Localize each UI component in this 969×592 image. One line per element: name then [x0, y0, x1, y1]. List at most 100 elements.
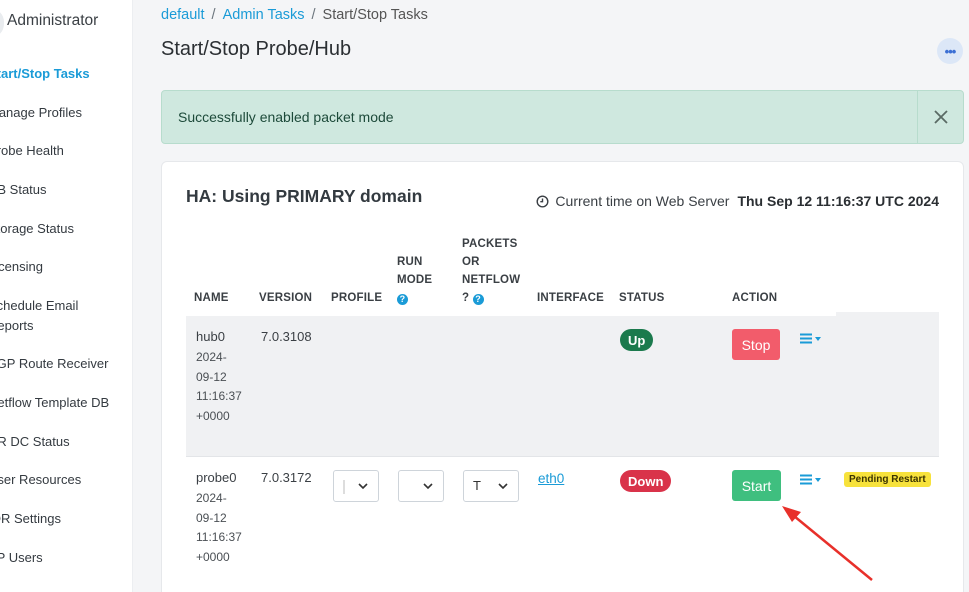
sidebar-item-label: Licensing	[0, 259, 43, 274]
success-alert: Successfully enabled packet mode	[161, 90, 964, 144]
list-menu-icon	[800, 474, 812, 485]
main-content: default / Admin Tasks / Start/Stop Tasks Sta…	[133, 0, 969, 592]
ha-domain-title: HA: Using PRIMARY domain	[186, 186, 423, 206]
stop-button[interactable]: Stop	[732, 329, 780, 360]
breadcrumb-admin-tasks[interactable]: Admin Tasks	[223, 7, 305, 23]
pending-restart-badge: Pending Restart	[844, 472, 931, 487]
sidebar-item-label: Reports	[0, 318, 34, 333]
chevron-down-icon	[423, 483, 433, 490]
sidebar-item-bgp-route-receiver[interactable]: BGP Route Receiver	[0, 354, 108, 374]
row-menu-button[interactable]	[800, 333, 821, 344]
packets-netflow-select[interactable]: T	[463, 470, 519, 502]
col-header-run-mode-line2: MODE	[397, 274, 433, 286]
breadcrumb: default / Admin Tasks / Start/Stop Tasks	[161, 7, 428, 23]
packets-netflow-value: T	[473, 478, 481, 493]
sidebar-item-label: Start/Stop Tasks	[0, 66, 90, 81]
row-timestamp-line: +0000	[196, 549, 230, 564]
row-timestamp-line: 2024-	[196, 491, 227, 505]
row-timestamp-line: 09-12	[196, 369, 227, 384]
sidebar-item-label: DB Status	[0, 182, 47, 197]
breadcrumb-separator: /	[211, 7, 216, 23]
sidebar-item-label: DR DC Status	[0, 434, 70, 449]
row-menu-button[interactable]	[800, 474, 821, 485]
sidebar-title: Administrator	[7, 12, 99, 29]
col-header-packets-line2: OR	[462, 256, 480, 268]
run-mode-select[interactable]	[398, 470, 444, 502]
row-timestamp: 2024- 09-12 11:16:37 +0000	[196, 489, 242, 567]
ellipsis-icon: •••	[944, 43, 957, 59]
sidebar-item-user-resources[interactable]: User Resources	[0, 470, 81, 490]
profile-select[interactable]	[333, 470, 379, 502]
chevron-down-icon	[498, 483, 508, 490]
question-icon[interactable]: ?	[397, 293, 408, 305]
breadcrumb-separator: /	[311, 7, 316, 23]
sidebar-item-storage-status[interactable]: Storage Status	[0, 219, 74, 239]
row-timestamp-line: 11:16:37	[196, 389, 242, 403]
tasks-card: HA: Using PRIMARY domain Current time on…	[161, 161, 964, 592]
sidebar-item-netflow-template-db[interactable]: Netflow Template DB	[0, 393, 109, 413]
profile-select-value	[343, 480, 345, 494]
row-name: probe0	[196, 470, 237, 485]
sidebar-item-manage-profiles[interactable]: Manage Profiles	[0, 103, 82, 123]
sidebar-item-label: Probe Health	[0, 143, 64, 158]
alert-close-button[interactable]	[917, 91, 963, 143]
server-time-label: Current time on Web Server	[555, 193, 730, 209]
sidebar-item-probe-health[interactable]: Probe Health	[0, 141, 64, 161]
breadcrumb-default[interactable]: default	[161, 7, 205, 23]
caret-down-icon	[815, 336, 821, 341]
table-row-hub0: hub0 2024- 09-12 11:16:37 +0000 7.0.3108…	[186, 316, 939, 456]
row-timestamp-line: 11:16:37	[196, 530, 242, 544]
col-header-packets-line1: PACKETS	[462, 238, 518, 250]
col-header-name: NAME	[194, 292, 229, 304]
interface-link[interactable]: eth0	[538, 471, 564, 486]
table-row-probe0: probe0 2024- 09-12 11:16:37 +0000 7.0.31…	[186, 457, 939, 592]
sidebar-item-label: Manage Profiles	[0, 105, 82, 120]
status-badge-down: Down	[620, 470, 672, 492]
sidebar-item-idr-settings[interactable]: IDR Settings	[0, 509, 61, 529]
sidebar-item-label: User Resources	[0, 472, 82, 487]
sidebar-item-start-stop-tasks[interactable]: Start/Stop Tasks	[0, 64, 90, 84]
row-version: 7.0.3172	[261, 470, 312, 485]
sidebar-item-label: BGP Route Receiver	[0, 356, 109, 371]
sidebar-item-dr-dc-status[interactable]: DR DC Status	[0, 432, 70, 452]
row-timestamp-line: +0000	[196, 408, 230, 423]
sidebar-item-ap-users[interactable]: AP Users	[0, 548, 43, 568]
col-header-status: STATUS	[619, 292, 665, 304]
more-options-button[interactable]: •••	[937, 38, 963, 64]
col-header-packets-line3: NETFLOW	[462, 274, 521, 286]
sidebar-item-label: IDR Settings	[0, 511, 61, 526]
row-name: hub0	[196, 329, 225, 344]
breadcrumb-current: Start/Stop Tasks	[322, 7, 428, 23]
sidebar-item-label: Netflow Template DB	[0, 395, 110, 410]
col-header-profile: PROFILE	[331, 292, 383, 304]
chevron-down-icon	[358, 483, 368, 490]
start-button[interactable]: Start	[732, 470, 781, 501]
col-header-action: ACTION	[732, 292, 778, 304]
col-header-version: VERSION	[259, 292, 313, 304]
page-title: Start/Stop Probe/Hub	[161, 38, 352, 60]
alert-message: Successfully enabled packet mode	[178, 109, 394, 125]
server-time-value: Thu Sep 12 11:16:37 UTC 2024	[737, 193, 939, 209]
col-header-run-mode-line1: RUN	[397, 256, 423, 268]
avatar	[0, 8, 4, 38]
sidebar: Administrator Start/Stop Tasks Manage Pr…	[0, 0, 133, 592]
close-icon	[933, 110, 948, 124]
col-header-interface: INTERFACE	[537, 292, 604, 304]
clock-icon	[536, 194, 549, 208]
row-timestamp-line: 09-12	[196, 510, 227, 525]
question-icon[interactable]: ?	[472, 293, 484, 305]
status-badge-up: Up	[620, 329, 654, 351]
col-header-packets-line4: ?	[462, 292, 470, 304]
row-timestamp-line: 2024-	[196, 350, 227, 364]
sidebar-item-licensing[interactable]: Licensing	[0, 257, 43, 277]
row-timestamp: 2024- 09-12 11:16:37 +0000	[196, 348, 242, 426]
col-header-packets: PACKETS OR NETFLOW ? ?	[462, 235, 520, 307]
sidebar-item-schedule-email[interactable]: Schedule Email	[0, 296, 78, 316]
sidebar-item-schedule-email-reports[interactable]: Reports	[0, 316, 34, 336]
row-version: 7.0.3108	[261, 329, 312, 344]
col-header-run-mode: RUN MODE ?	[397, 253, 432, 307]
sidebar-item-label: AP Users	[0, 550, 43, 565]
sidebar-item-label: Schedule Email	[0, 298, 79, 313]
caret-down-icon	[815, 477, 821, 482]
sidebar-item-db-status[interactable]: DB Status	[0, 180, 47, 200]
